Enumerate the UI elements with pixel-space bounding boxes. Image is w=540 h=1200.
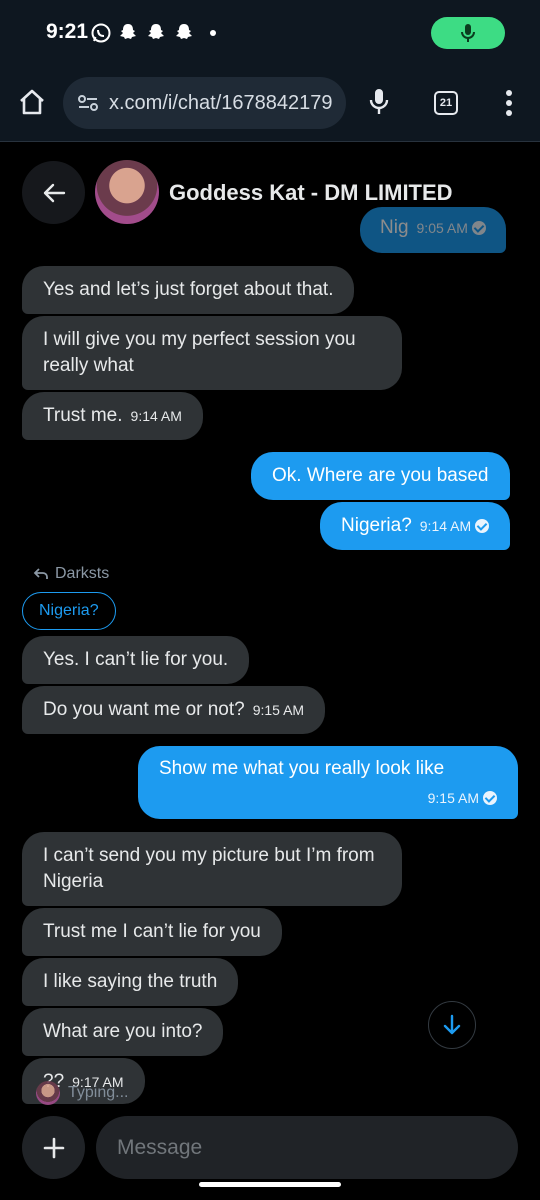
incoming-message[interactable]: Trust me I can’t lie for you [22, 908, 282, 956]
reply-icon [33, 568, 48, 579]
home-icon [20, 89, 44, 115]
arrow-down-icon [443, 1014, 461, 1035]
browser-toolbar: x.com/i/chat/1678842179 21 [0, 66, 540, 142]
incoming-message[interactable]: What are you into? [22, 1008, 224, 1056]
whatsapp-icon [90, 22, 111, 44]
incoming-message[interactable]: Do you want me or not? 9:15 AM [22, 686, 326, 734]
more-options-icon[interactable] [500, 88, 518, 118]
snapchat-icon [118, 22, 138, 44]
mic-icon [461, 24, 475, 42]
voice-search-button[interactable] [366, 86, 392, 118]
home-button[interactable] [14, 84, 50, 120]
back-button[interactable] [22, 161, 85, 224]
read-check-icon [471, 221, 486, 235]
chat-title[interactable]: Goddess Kat - DM LIMITED [169, 180, 453, 206]
address-bar[interactable]: x.com/i/chat/1678842179 [63, 77, 346, 129]
incoming-message[interactable]: Yes. I can’t lie for you. [22, 636, 250, 684]
back-arrow-icon [43, 183, 65, 202]
quoted-message[interactable]: Nigeria? [22, 592, 116, 630]
mic-active-indicator[interactable] [431, 17, 505, 49]
outgoing-message[interactable]: Nig 9:05 AM [360, 207, 506, 253]
incoming-message[interactable]: I like saying the truth [22, 958, 239, 1006]
status-time: 9:21 [46, 20, 89, 43]
notification-dot-icon [210, 30, 216, 36]
read-check-icon [475, 519, 490, 533]
outgoing-message[interactable]: Show me what you really look like 9:15 A… [138, 746, 518, 819]
reply-indicator: Darksts [33, 565, 109, 583]
incoming-message[interactable]: I will give you my perfect session you r… [22, 316, 402, 390]
url-text: x.com/i/chat/1678842179 [109, 91, 333, 114]
read-check-icon [483, 791, 497, 805]
scroll-to-bottom-button[interactable] [428, 1001, 476, 1049]
status-bar: 9:21 [0, 0, 540, 66]
site-settings-icon[interactable] [77, 94, 99, 112]
tab-switcher-button[interactable]: 21 [434, 91, 458, 115]
snapchat-icon [146, 22, 166, 44]
incoming-message[interactable]: I can’t send you my picture but I’m from… [22, 832, 402, 906]
add-attachment-button[interactable] [22, 1116, 85, 1179]
incoming-message[interactable]: Yes and let’s just forget about that. [22, 266, 355, 314]
snapchat-icon [174, 22, 194, 44]
mic-icon [369, 89, 389, 114]
contact-avatar[interactable] [95, 160, 159, 224]
plus-icon [43, 1137, 64, 1158]
outgoing-message[interactable]: Ok. Where are you based [251, 452, 510, 500]
typing-avatar [36, 1081, 60, 1105]
incoming-message[interactable]: Trust me. 9:14 AM [22, 392, 203, 440]
message-input[interactable] [96, 1116, 518, 1179]
home-indicator[interactable] [199, 1182, 341, 1187]
typing-indicator: Typing... [36, 1081, 128, 1105]
outgoing-message[interactable]: Nigeria? 9:14 AM [320, 502, 511, 550]
